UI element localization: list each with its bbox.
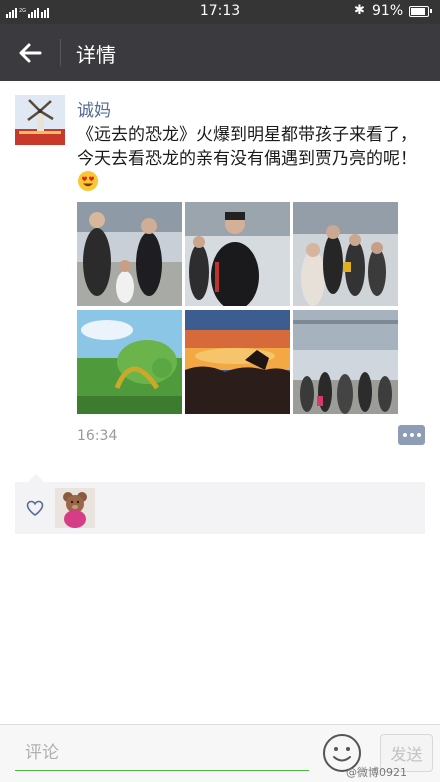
heart-eyes-emoji-icon	[77, 170, 99, 192]
photo-2[interactable]	[185, 202, 290, 306]
battery-icon	[409, 6, 432, 17]
watermark: @微博0921	[346, 766, 407, 779]
nav-divider	[60, 39, 61, 66]
author-name[interactable]: 诚妈	[77, 96, 111, 121]
post-text: 《远去的恐龙》火爆到明星都带孩子来看了，今天去看恐龙的亲有没有偶遇到贾乃亮的呢！	[77, 125, 417, 169]
photo-3[interactable]	[293, 202, 398, 306]
page-title: 详情	[76, 43, 116, 67]
bluetooth-icon: ✱	[354, 3, 365, 18]
post-time: 16:34	[77, 428, 118, 444]
teddy-bear-avatar-image	[55, 488, 95, 528]
nav-bar: 详情	[0, 24, 440, 81]
likes-box	[15, 482, 425, 534]
comment-action-button[interactable]	[398, 425, 425, 445]
photo-1[interactable]	[77, 202, 182, 306]
comment-input[interactable]	[15, 735, 309, 771]
back-button[interactable]	[12, 34, 50, 72]
author-avatar[interactable]	[15, 95, 65, 145]
photo-5[interactable]	[185, 310, 290, 414]
back-arrow-icon	[19, 43, 42, 63]
photo-6[interactable]	[293, 310, 398, 414]
photo-4[interactable]	[77, 310, 182, 414]
likes-arrow	[28, 474, 44, 482]
battery-percent: 91%	[372, 3, 404, 19]
photo-grid	[77, 202, 399, 414]
status-bar: 2G 17:13 ✱ 91%	[0, 0, 440, 24]
heart-outline-icon	[26, 500, 44, 516]
windmill-avatar-image	[15, 95, 65, 145]
battery-fill	[411, 8, 425, 15]
liker-avatar[interactable]	[55, 488, 95, 528]
